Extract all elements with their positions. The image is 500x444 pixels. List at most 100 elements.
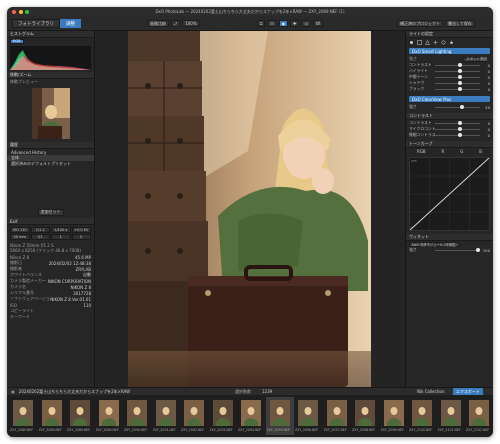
effects-icon[interactable] [441, 40, 446, 45]
thumbnail-caption: ZXY_2102.NEF [466, 428, 490, 432]
tab-photo-library[interactable]: フォトライブラリ [12, 19, 60, 28]
slider-knob[interactable] [457, 127, 462, 131]
filmstrip-thumbnail[interactable]: ZXY_2089.NEF [95, 397, 123, 435]
vignette-mode-select[interactable]: DxO 光学モジュール (可用性) [409, 241, 460, 247]
history-actions: 追加セット [7, 208, 94, 216]
filmstrip-thumbnail[interactable]: ZXY_2096.NEF [294, 397, 322, 435]
slider-knob[interactable] [457, 121, 462, 125]
tone-slider[interactable]: ブラック 0 [406, 86, 493, 92]
folder-icon[interactable]: ▣ [11, 389, 15, 394]
filmstrip-thumbnail[interactable]: ZXY_2102.NEF [465, 397, 493, 435]
slider-knob[interactable] [457, 87, 462, 91]
close-window-button[interactable] [12, 9, 16, 14]
spot-metering-button[interactable]: スポット測光 [463, 56, 490, 62]
workspace-tabs: フォトライブラリ 調整 [12, 19, 81, 28]
horizon-icon[interactable]: ⊟ [267, 20, 277, 27]
export-controls: 補正済のプロジェクト 書出して保存 [397, 20, 475, 27]
contrast-header[interactable]: コントラスト [406, 113, 493, 120]
thumbnail-caption: ZXY_2089.NEF [67, 428, 91, 432]
slider-knob[interactable] [457, 63, 462, 67]
filmstrip-thumbnail[interactable]: ZXY_2089.NEF [9, 397, 37, 435]
filmstrip-thumbnail[interactable]: ZXY_2101.NEF [437, 397, 465, 435]
filmstrip-bar: ▣ 20240202富士山ちらちら大丈夫だからスナップを2年×RAW 選択数数 … [7, 387, 493, 395]
compare-button[interactable]: 画像比較 [147, 20, 169, 27]
curve-tab-rgb[interactable]: RGB [417, 149, 426, 154]
filmstrip-thumbnail[interactable]: ZXY_2095.NEF [265, 397, 294, 435]
slider-knob[interactable] [459, 105, 464, 109]
filmstrip-thumbnail[interactable]: ZXY_2098.NEF [351, 397, 379, 435]
zoom-window-button[interactable] [25, 9, 29, 14]
apply-preset-button[interactable]: 補正済のプロジェクト [397, 20, 443, 27]
thumbnail-image [212, 400, 233, 426]
curve-tab-g[interactable]: G [460, 149, 463, 154]
nik-collection-button[interactable]: Nik Collection [417, 389, 444, 394]
redeye-icon[interactable]: ◎ [301, 20, 311, 27]
filmstrip-thumbnail[interactable]: ZXY_2089.NEF [38, 397, 66, 435]
history-header[interactable]: 履歴 [7, 142, 94, 149]
thumbnail-caption: ZXY_2091.NEF [152, 428, 176, 432]
main-photo[interactable] [128, 31, 371, 387]
navigator-header[interactable]: 移動/ズーム [7, 72, 94, 79]
fit-view-icon[interactable]: ⤢ [171, 20, 181, 27]
thumbnail-caption: ZXY_2089.NEF [95, 428, 119, 432]
filmstrip-thumbnail[interactable]: ZXY_2090.NEF [123, 397, 151, 435]
sun-icon[interactable] [409, 40, 414, 45]
exif-header[interactable]: Exif [7, 218, 94, 225]
thumbnail-caption: ZXY_2101.NEF [437, 428, 461, 432]
contrast-sliders: コントラスト0マイクロコントラスト0微細コントラスト0 [406, 120, 493, 138]
export-button[interactable]: エクスポート [453, 388, 483, 395]
tool-icons: ⌗ ⊟ ◉ ✚ ◎ W [257, 20, 323, 27]
thumbnail-caption: ZXY_2090.NEF [124, 428, 148, 432]
filmstrip-thumbnail[interactable]: ZXY_2091.NEF [152, 397, 180, 435]
filmstrip-thumbnail[interactable]: ZXY_2093.NEF [209, 397, 237, 435]
star-icon[interactable] [449, 40, 454, 45]
geometry-icon[interactable] [433, 40, 438, 45]
curve-tab-b[interactable]: B [479, 149, 482, 154]
smart-lighting-button[interactable]: DxO Smart Lighting [409, 48, 490, 54]
watermark-icon[interactable]: W [312, 20, 323, 27]
thumbnail-image [127, 400, 147, 426]
clearview-slider[interactable]: 強さ 50 [406, 104, 493, 110]
slider-knob[interactable] [457, 75, 462, 79]
slider-knob[interactable] [457, 69, 462, 73]
vignette-header[interactable]: ヴィネット [406, 234, 493, 241]
thumbnail-image [98, 400, 119, 426]
export-button[interactable]: 書出して保存 [445, 20, 475, 27]
histogram-svg [10, 50, 91, 70]
local-adjust-icon[interactable]: ◉ [278, 20, 289, 27]
filmstrip-thumbnail[interactable]: ZXY_2092.NEF [180, 397, 208, 435]
thumbnail-caption: ZXY_2097.NEF [323, 428, 347, 432]
minimize-window-button[interactable] [18, 9, 23, 14]
exif-cell: 1/1.2 [30, 227, 50, 233]
filmstrip-thumbnail[interactable]: ZXY_2100.NEF [408, 397, 436, 435]
add-history-button[interactable]: 追加セット [37, 208, 64, 216]
thumbnail-image [155, 400, 176, 426]
filmstrip-thumbnail[interactable]: ZXY_2097.NEF [323, 397, 351, 435]
filmstrip-thumbnail[interactable]: ZXY_2094.NEF [237, 397, 265, 435]
histogram-rgb-tab[interactable]: RGB [10, 38, 24, 44]
tone-curve-header[interactable]: トーンカーブ [406, 141, 493, 148]
slider-knob[interactable] [457, 81, 462, 85]
thumbnail-caption: ZXY_2099.NEF [380, 428, 404, 432]
tab-customize[interactable]: 調整 [60, 19, 81, 28]
clearview-button[interactable]: DxO ClearView Plus [409, 96, 490, 102]
histogram-header[interactable]: ヒストグラム [7, 31, 94, 38]
vignette-slider[interactable]: 強さ 100 [406, 247, 493, 253]
repair-icon[interactable]: ✚ [290, 20, 300, 27]
navigator-thumbnail[interactable] [31, 88, 70, 139]
slider-knob[interactable] [457, 133, 462, 137]
filmstrip-thumbnail[interactable]: ZXY_2089.NEF [66, 397, 94, 435]
curve-tab-r[interactable]: R [442, 149, 445, 154]
filmstrip-thumbnail[interactable]: ZXY_2099.NEF [380, 397, 408, 435]
crop-icon[interactable]: ⌗ [257, 20, 266, 27]
contrast-slider[interactable]: 微細コントラスト0 [406, 132, 493, 138]
tone-curve-graph[interactable]: 255 0 [409, 157, 490, 231]
right-panel: ライトの設定 DxO Smart Lighting 強さ スポット測光 コントラ… [405, 31, 493, 387]
zoom-level-button[interactable]: 100% [182, 20, 200, 27]
light-settings-header[interactable]: ライトの設定 [406, 31, 493, 38]
slider-knob[interactable] [475, 248, 480, 252]
tone-curve-svg [410, 158, 489, 230]
detail-icon[interactable] [425, 39, 430, 45]
left-panel: ヒストグラム RGB 移動/ズーム 移動プレビュー 履歴 Advanced Hi… [7, 31, 95, 387]
palette-icon[interactable] [417, 39, 422, 45]
